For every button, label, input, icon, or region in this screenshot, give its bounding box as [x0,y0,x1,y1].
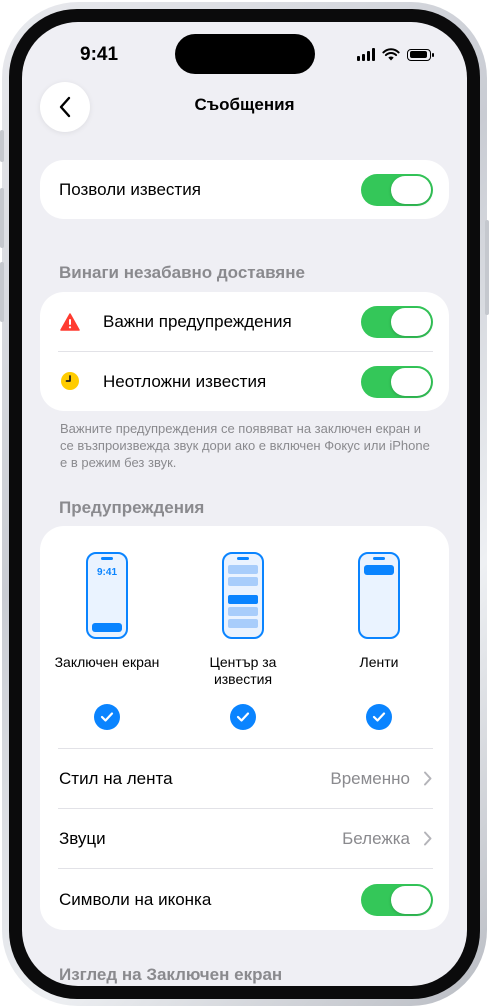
dynamic-island [175,34,315,74]
badges-label: Символи на иконка [59,889,212,909]
cellular-signal-icon [357,48,375,61]
warning-triangle-icon [60,313,80,331]
banner-style-value: Временно [330,768,410,788]
critical-alerts-row: Важни предупреждения [40,292,449,352]
chevron-right-icon [424,771,432,786]
lock-screen-preview-time: 9:41 [96,567,117,578]
checkmark-icon [100,712,114,722]
battery-icon [407,48,434,61]
lock-screen-appearance-title: Изглед на Заключен екран [59,965,283,984]
allow-notifications-row: Позволи известия [40,160,449,219]
alert-style-lock-screen[interactable]: 9:41 Заключен екран [42,526,172,736]
chevron-right-icon [424,831,432,846]
status-icons [357,48,434,61]
banner-style-row[interactable]: Стил на лента Временно [40,749,449,808]
lock-screen-label: Заключен екран [54,654,160,670]
checkmark-icon [372,712,386,722]
volume-down-button [0,262,4,322]
time-sensitive-label: Неотложни известия [103,371,267,391]
badges-toggle[interactable] [361,884,433,916]
notification-center-label: Център за известия [209,654,277,687]
immediate-delivery-card: Важни предупреждения Неотложни известия [40,292,449,411]
sounds-value: Бележка [342,828,410,848]
badges-row: Символи на иконка [40,869,449,930]
time-sensitive-toggle[interactable] [361,366,433,398]
banners-check[interactable] [366,704,392,730]
checkmark-icon [236,712,250,722]
alert-style-banners[interactable]: Ленти [314,526,444,736]
lock-screen-preview: 9:41 [86,552,128,639]
lock-screen-check[interactable] [94,704,120,730]
critical-alerts-toggle[interactable] [361,306,433,338]
sounds-row[interactable]: Звуци Бележка [40,809,449,868]
allow-notifications-label: Позволи известия [59,179,201,199]
critical-alerts-label: Важни предупреждения [103,312,292,331]
side-button [485,220,489,315]
alerts-section-title: Предупреждения [59,498,205,517]
sounds-label: Звуци [59,828,106,848]
critical-alerts-footnote: Важните предупреждения се появяват на за… [60,421,430,470]
banner-style-label: Стил на лента [59,768,173,788]
alert-style-notification-center[interactable]: Център за известия [178,526,308,736]
banners-preview [358,552,400,639]
time-sensitive-row: Неотложни известия [40,352,449,411]
action-button [0,130,4,162]
clock-icon [61,372,79,390]
screen: 9:41 Съобщения Позволи известия Винаги н… [22,22,467,986]
allow-notifications-card: Позволи известия [40,160,449,219]
banners-label: Ленти [359,654,399,670]
immediate-delivery-title: Винаги незабавно доставяне [59,263,305,282]
notification-center-preview [222,552,264,639]
wifi-icon [382,48,400,61]
page-title: Съобщения [194,95,295,114]
allow-notifications-toggle[interactable] [361,174,433,206]
notification-center-check[interactable] [230,704,256,730]
volume-up-button [0,188,4,248]
alerts-card: 9:41 Заключен екран Център за известия Л… [40,526,449,930]
status-time: 9:41 [80,44,119,65]
